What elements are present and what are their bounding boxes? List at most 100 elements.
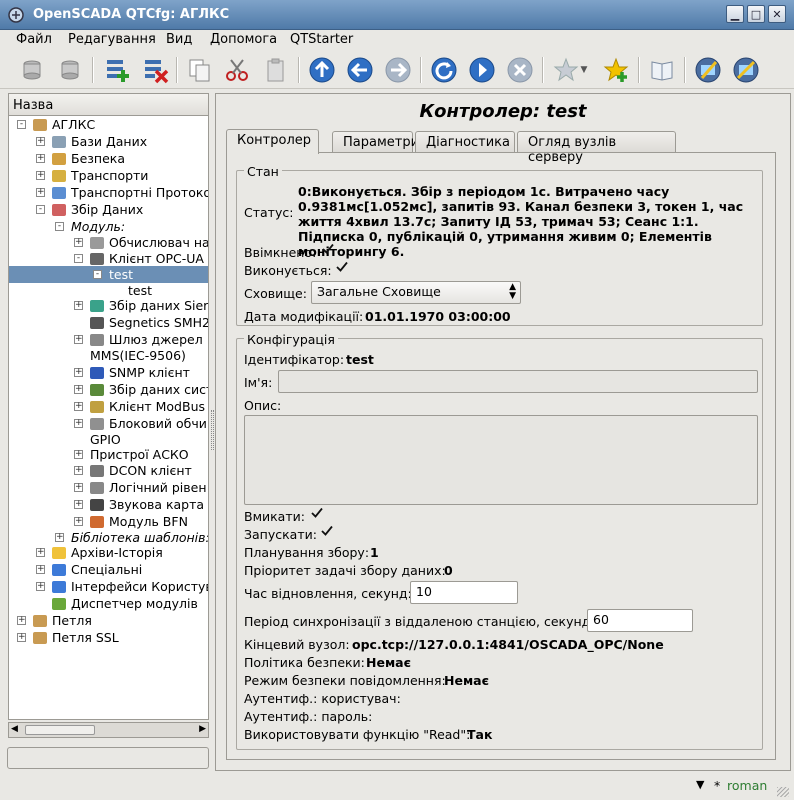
tree-item[interactable]: + Блоковий обчи: [9, 415, 208, 432]
back-button[interactable]: [344, 54, 376, 86]
tree-item[interactable]: - Модуль:: [9, 218, 208, 235]
expand-icon[interactable]: +: [36, 548, 45, 557]
expand-icon[interactable]: +: [74, 238, 83, 247]
tree-item[interactable]: + Петля: [9, 612, 208, 629]
tree-item[interactable]: + Безпека: [9, 150, 208, 167]
paste-button[interactable]: [260, 54, 292, 86]
resize-grip[interactable]: [777, 787, 789, 797]
tab-server-nodes[interactable]: Огляд вузлів серверу: [517, 131, 676, 165]
tab-controller[interactable]: Контролер: [226, 129, 319, 154]
close-button[interactable]: ✕: [768, 5, 786, 23]
expand-icon[interactable]: +: [36, 137, 45, 146]
tree-item[interactable]: + Обчислювач на: [9, 234, 208, 251]
collapse-icon[interactable]: -: [55, 222, 64, 231]
menu-file[interactable]: Файл: [16, 32, 52, 47]
expand-icon[interactable]: +: [74, 483, 83, 492]
tree-item[interactable]: Диспетчер модулів: [9, 595, 208, 612]
collapse-icon[interactable]: -: [74, 254, 83, 263]
current-user[interactable]: roman: [727, 778, 767, 793]
tree-item[interactable]: + Архіви-Історія: [9, 544, 208, 561]
collapse-icon[interactable]: -: [17, 120, 26, 129]
tree-item[interactable]: - test: [9, 266, 208, 283]
expand-icon[interactable]: +: [17, 633, 26, 642]
expand-icon[interactable]: +: [74, 517, 83, 526]
expand-icon[interactable]: +: [74, 450, 83, 459]
scroll-left-icon[interactable]: ◀: [11, 724, 18, 734]
expand-icon[interactable]: +: [74, 466, 83, 475]
expand-icon[interactable]: +: [36, 188, 45, 197]
tree-item[interactable]: MMS(IEC-9506): [9, 347, 208, 364]
delete-item-button[interactable]: [139, 54, 171, 86]
collapse-icon[interactable]: -: [36, 205, 45, 214]
expand-icon[interactable]: +: [55, 533, 64, 542]
maximize-button[interactable]: □: [747, 5, 765, 23]
tree-item[interactable]: + SNMP клієнт: [9, 364, 208, 381]
menu-view[interactable]: Вид: [166, 32, 192, 47]
refresh-button[interactable]: [428, 54, 460, 86]
tree-item[interactable]: + Пристрої АСКО: [9, 446, 208, 463]
minimize-button[interactable]: ▁: [726, 5, 744, 23]
expand-icon[interactable]: +: [36, 154, 45, 163]
tree-item[interactable]: + Шлюз джерел: [9, 331, 208, 348]
manual-page-button[interactable]: [692, 54, 724, 86]
tree-item[interactable]: + Інтерфейси Користув: [9, 578, 208, 595]
tree-item[interactable]: - Клієнт OPC-UA: [9, 250, 208, 267]
start-button[interactable]: [466, 54, 498, 86]
tree-item[interactable]: + Бази Даних: [9, 133, 208, 150]
favorite-dropdown[interactable]: ▼: [576, 54, 592, 86]
tree-item[interactable]: + Петля SSL: [9, 629, 208, 646]
tab-diagnostics[interactable]: Діагностика: [415, 131, 515, 153]
add-favorite-button[interactable]: [600, 54, 632, 86]
name-input[interactable]: [278, 370, 758, 393]
expand-icon[interactable]: +: [74, 301, 83, 310]
expand-icon[interactable]: +: [36, 171, 45, 180]
tree-item[interactable]: + Збір даних Sier: [9, 297, 208, 314]
tree-item[interactable]: + Транспорти: [9, 167, 208, 184]
menu-edit[interactable]: Редагування: [68, 32, 156, 47]
tree-header[interactable]: Назва: [8, 93, 209, 116]
running-checkbox[interactable]: [336, 261, 348, 272]
expand-icon[interactable]: +: [36, 565, 45, 574]
forward-button[interactable]: [382, 54, 414, 86]
expand-icon[interactable]: +: [74, 402, 83, 411]
collapse-icon[interactable]: -: [93, 270, 102, 279]
chevron-down-icon[interactable]: ▼: [696, 778, 704, 791]
settings-button[interactable]: [730, 54, 762, 86]
cut-button[interactable]: [221, 54, 253, 86]
expand-icon[interactable]: +: [17, 616, 26, 625]
tree-item[interactable]: + Збір даних сист: [9, 381, 208, 398]
db-save-button[interactable]: [54, 54, 86, 86]
tree-item[interactable]: - Збір Даних: [9, 201, 208, 218]
stop-button[interactable]: [504, 54, 536, 86]
tree-item[interactable]: + Звукова карта: [9, 496, 208, 513]
expand-icon[interactable]: +: [74, 385, 83, 394]
tree-item[interactable]: Segnetics SMH2: [9, 314, 208, 331]
tree-item[interactable]: + Логічний рівен: [9, 479, 208, 496]
enabled-checkbox[interactable]: [322, 243, 334, 254]
navigation-tree[interactable]: - АГЛКС + Бази Даних + Безпека + Транспорти + Тра…: [8, 116, 209, 720]
tree-item[interactable]: + Транспортні Протоко: [9, 184, 208, 201]
copy-button[interactable]: [184, 54, 216, 86]
tab-parameters[interactable]: Параметри: [332, 131, 419, 153]
tree-item[interactable]: + DCON клієнт: [9, 462, 208, 479]
expand-icon[interactable]: +: [74, 500, 83, 509]
storage-select[interactable]: Загальне Сховище ▲ ▼: [311, 281, 521, 304]
panel-splitter[interactable]: [211, 410, 214, 450]
db-load-button[interactable]: [16, 54, 48, 86]
manual-button[interactable]: [646, 54, 678, 86]
scroll-right-icon[interactable]: ▶: [199, 724, 206, 734]
menu-help[interactable]: Допомога: [210, 32, 277, 47]
expand-icon[interactable]: +: [74, 419, 83, 428]
tree-item[interactable]: - АГЛКС: [9, 116, 208, 133]
tree-item[interactable]: + Клієнт ModBus: [9, 398, 208, 415]
expand-icon[interactable]: +: [36, 582, 45, 591]
restore-time-input[interactable]: 10: [410, 581, 518, 604]
scrollbar-thumb[interactable]: [25, 725, 95, 735]
description-textarea[interactable]: [244, 415, 758, 505]
sync-period-input[interactable]: 60: [587, 609, 693, 632]
tree-item[interactable]: + Модуль BFN: [9, 513, 208, 530]
expand-icon[interactable]: +: [74, 368, 83, 377]
app-icon[interactable]: [6, 5, 26, 25]
menu-qtstarter[interactable]: QTStarter: [290, 32, 353, 47]
tree-horizontal-scrollbar[interactable]: ◀ ▶: [8, 722, 209, 738]
